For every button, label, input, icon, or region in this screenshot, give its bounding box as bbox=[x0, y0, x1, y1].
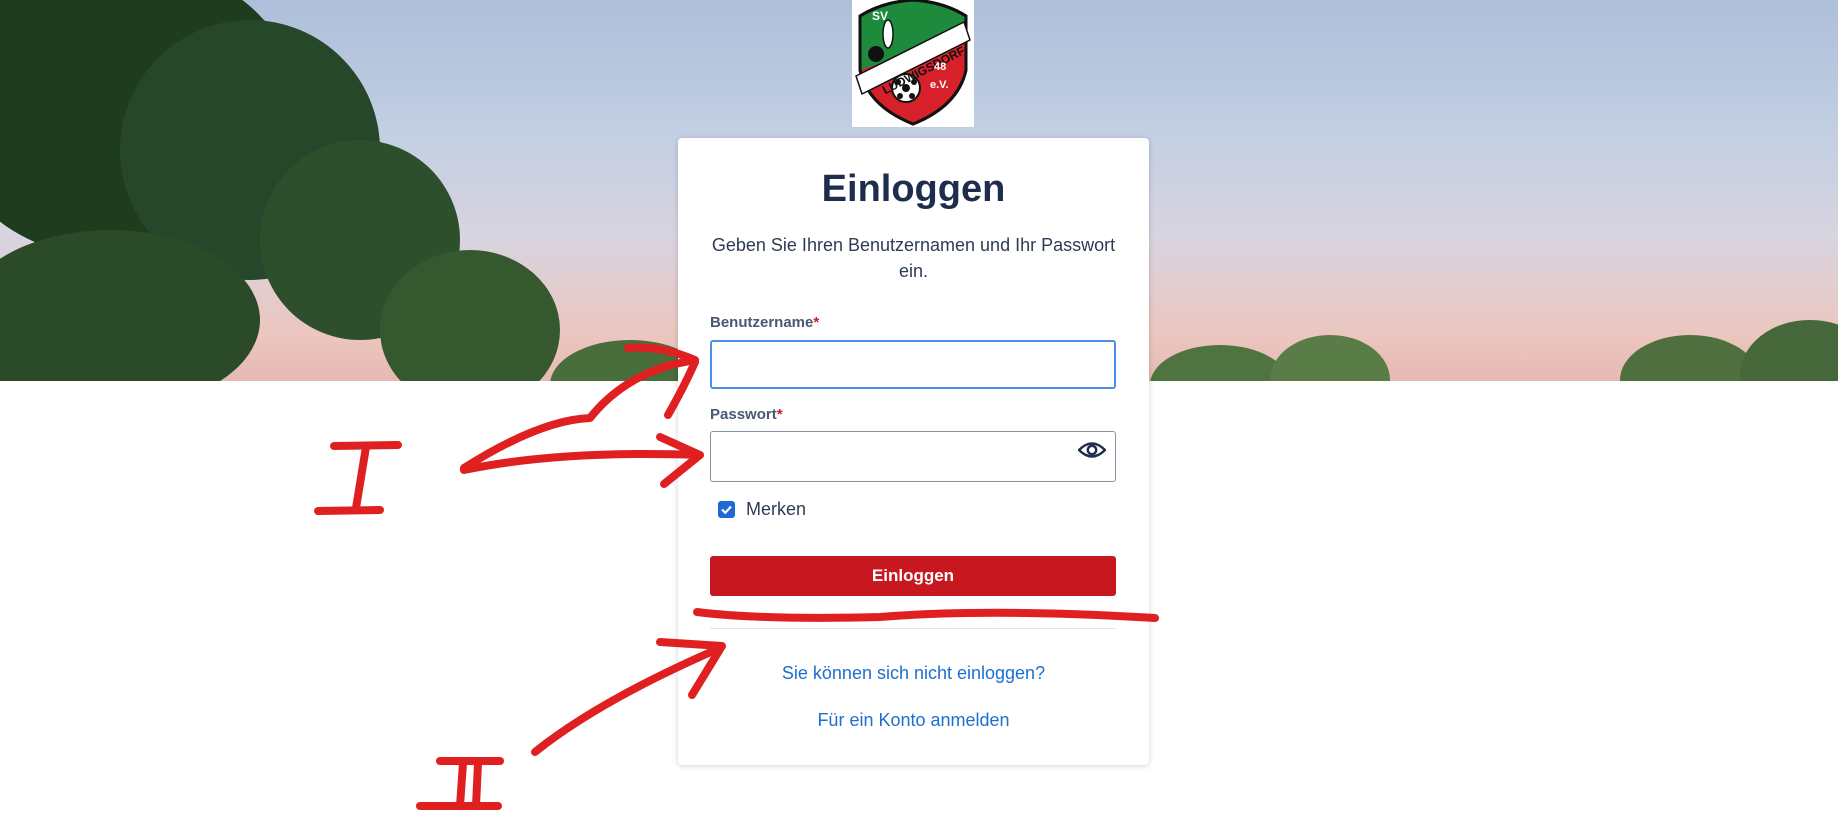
club-logo: SV LUDWIGSDORF 48 e.V. bbox=[852, 0, 974, 127]
annotation-mark-2 bbox=[456, 759, 467, 810]
remember-label[interactable]: Merken bbox=[746, 499, 806, 520]
logo-text-sv: SV bbox=[872, 9, 888, 23]
register-link[interactable]: Für ein Konto anmelden bbox=[678, 710, 1149, 731]
treeline bbox=[1740, 320, 1838, 381]
username-label: Benutzername* bbox=[710, 314, 819, 331]
page-title: Einloggen bbox=[821, 168, 1006, 210]
login-card: Einloggen Geben Sie Ihren Benutzernamen … bbox=[678, 138, 1149, 765]
annotation-mark-1 bbox=[314, 506, 384, 515]
username-label-text: Benutzername bbox=[710, 314, 814, 331]
logo-text-suffix: e.V. bbox=[930, 79, 949, 91]
treeline bbox=[1150, 345, 1290, 381]
password-input[interactable] bbox=[710, 431, 1116, 482]
arrow-to-password bbox=[460, 450, 704, 474]
password-label: Passwort* bbox=[710, 406, 783, 423]
eye-icon[interactable] bbox=[1078, 440, 1106, 460]
treeline bbox=[1620, 335, 1760, 381]
annotation-mark-2 bbox=[472, 759, 482, 810]
checkmark-icon bbox=[721, 505, 732, 515]
required-marker: * bbox=[776, 406, 783, 423]
required-marker: * bbox=[813, 314, 820, 331]
remember-checkbox[interactable] bbox=[718, 501, 735, 518]
forgot-login-link[interactable]: Sie können sich nicht einloggen? bbox=[678, 663, 1149, 684]
logo-text-year: 48 bbox=[934, 61, 946, 73]
login-button[interactable]: Einloggen bbox=[710, 556, 1116, 596]
treeline bbox=[1270, 335, 1390, 381]
password-label-text: Passwort bbox=[710, 406, 777, 423]
login-description: Geben Sie Ihren Benutzernamen und Ihr Pa… bbox=[711, 235, 1116, 281]
annotation-mark-1 bbox=[330, 441, 402, 450]
divider bbox=[710, 628, 1116, 629]
club-crest: SV LUDWIGSDORF 48 e.V. bbox=[855, 0, 971, 126]
username-input[interactable] bbox=[710, 340, 1116, 389]
annotation-mark-1 bbox=[352, 443, 370, 512]
